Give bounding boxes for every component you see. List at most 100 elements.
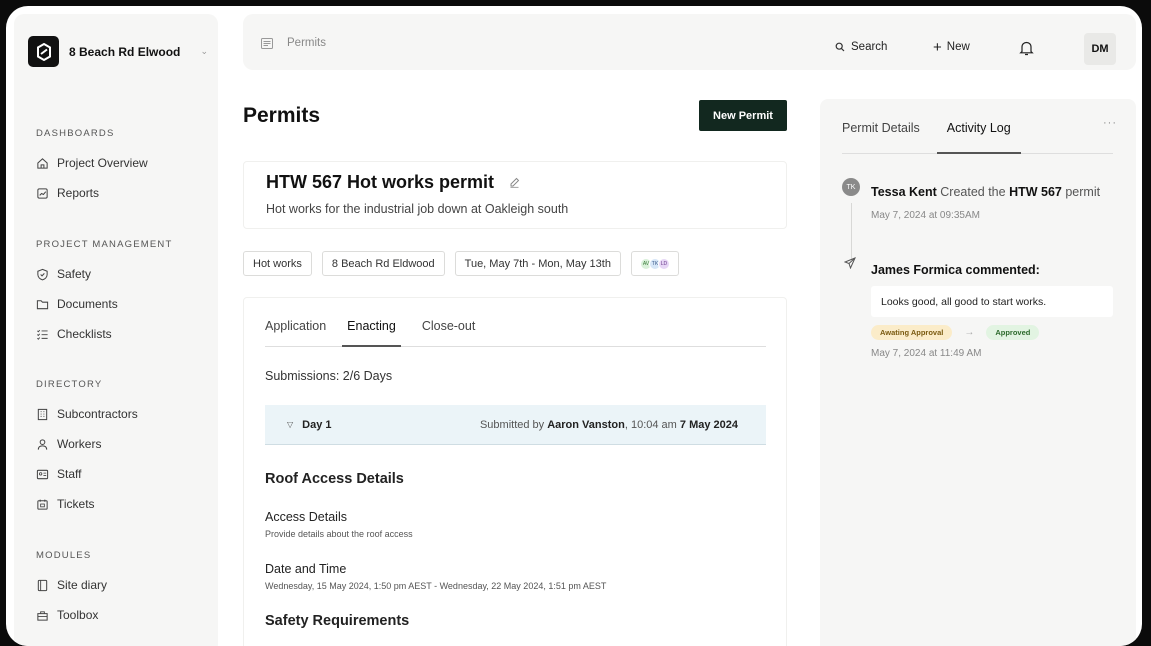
app-window: 8 Beach Rd Elwood ⌄ DASHBOARDS Project O… <box>6 6 1142 646</box>
sidebar-item-label: Project Overview <box>57 156 148 170</box>
project-switcher[interactable]: 8 Beach Rd Elwood ⌄ <box>28 36 208 67</box>
sidebar-item-checklists[interactable]: Checklists <box>36 319 206 349</box>
tag-type[interactable]: Hot works <box>243 251 312 276</box>
user-avatar[interactable]: DM <box>1084 33 1116 65</box>
activity-entry-text: Tessa Kent Created the HTW 567 permit <box>871 185 1100 199</box>
sidebar-item-subcontractors[interactable]: Subcontractors <box>36 399 206 429</box>
sidebar-item-workers[interactable]: Workers <box>36 429 206 459</box>
sidebar: 8 Beach Rd Elwood ⌄ DASHBOARDS Project O… <box>14 14 218 646</box>
nav-section-project-management: PROJECT MANAGEMENT Safety Documents Chec… <box>36 239 206 349</box>
new-button[interactable]: + New <box>933 38 970 56</box>
activity-user: Tessa Kent <box>871 185 937 199</box>
new-permit-button[interactable]: New Permit <box>699 100 787 131</box>
activity-user: James Formica <box>871 263 963 277</box>
sidebar-item-staff[interactable]: Staff <box>36 459 206 489</box>
section-heading-roof-access: Roof Access Details <box>265 471 404 487</box>
activity-action: Created the <box>940 185 1006 199</box>
bell-icon[interactable] <box>1019 40 1034 61</box>
day-label: Day 1 <box>302 418 332 431</box>
day-accordion-header[interactable]: ▽ Day 1 Submitted by Aaron Vanston, 10:0… <box>265 405 766 445</box>
nav-section-modules: MODULES Site diary Toolbox <box>36 550 206 630</box>
sidebar-item-label: Documents <box>57 297 118 311</box>
permit-subtitle: Hot works for the industrial job down at… <box>266 202 569 216</box>
status-badge-from: Awating Approval <box>871 325 953 340</box>
brand-logo <box>28 36 59 67</box>
sidebar-item-site-diary[interactable]: Site diary <box>36 570 206 600</box>
activity-panel: Permit Details Activity Log ··· TK Tessa… <box>820 99 1136 646</box>
tab-enacting[interactable]: Enacting <box>342 319 401 347</box>
sidebar-item-toolbox[interactable]: Toolbox <box>36 600 206 630</box>
search-button[interactable]: Search <box>835 41 887 53</box>
activity-object: HTW 567 <box>1009 185 1062 199</box>
page-title: Permits <box>243 104 321 127</box>
book-icon <box>37 579 48 591</box>
activity-suffix: permit <box>1065 185 1101 199</box>
search-label: Search <box>851 41 888 53</box>
nav-section-directory: DIRECTORY Subcontractors Workers Staff T… <box>36 379 206 519</box>
permit-title: HTW 567 Hot works permit <box>266 172 495 192</box>
permit-tabs: Application Enacting Close-out <box>265 319 766 347</box>
permit-title-row: HTW 567 Hot works permit <box>266 172 520 193</box>
sidebar-item-documents[interactable]: Documents <box>36 289 206 319</box>
activity-avatar: TK <box>842 178 860 196</box>
submissions-count: Submissions: 2/6 Days <box>265 369 393 383</box>
tab-activity-log[interactable]: Activity Log <box>936 121 1021 154</box>
project-name: 8 Beach Rd Elwood <box>69 44 181 59</box>
submitted-prefix: Submitted by <box>479 418 545 431</box>
sidebar-item-tickets[interactable]: Tickets <box>36 489 206 519</box>
sidebar-item-label: Safety <box>57 267 92 281</box>
permit-header-card: HTW 567 Hot works permit Hot works for t… <box>243 161 787 229</box>
nav-heading: PROJECT MANAGEMENT <box>36 239 173 250</box>
search-icon <box>835 42 845 52</box>
breadcrumb-label: Permits <box>287 37 326 49</box>
sidebar-item-reports[interactable]: Reports <box>36 178 206 208</box>
chevron-down-icon: ⌄ <box>200 46 208 56</box>
activity-timestamp: May 7, 2024 at 11:49 AM <box>871 348 982 359</box>
breadcrumb[interactable]: Permits <box>261 37 326 49</box>
tab-permit-details[interactable]: Permit Details <box>842 121 920 154</box>
activity-timestamp: May 7, 2024 at 09:35AM <box>871 210 980 221</box>
more-icon[interactable]: ··· <box>1103 117 1117 129</box>
sidebar-item-label: Checklists <box>57 327 112 341</box>
toolbox-icon <box>37 610 48 621</box>
status-change: Awating Approval → Approved <box>871 325 1040 340</box>
sidebar-item-label: Subcontractors <box>57 407 138 421</box>
shield-icon <box>37 268 48 280</box>
timeline-connector <box>851 203 852 259</box>
section-heading-safety: Safety Requirements <box>265 613 410 629</box>
ticket-icon <box>37 499 48 510</box>
nav-heading: DASHBOARDS <box>36 128 115 139</box>
edit-icon[interactable] <box>509 177 520 188</box>
tag-date-range[interactable]: Tue, May 7th - Mon, May 13th <box>454 251 621 276</box>
nav-heading: MODULES <box>36 550 92 561</box>
activity-action: commented: <box>965 263 1040 277</box>
new-label: New <box>946 41 970 53</box>
submitted-time: , 10:04 am <box>624 418 677 431</box>
tab-close-out[interactable]: Close-out <box>422 319 476 347</box>
activity-panel-tabs: Permit Details Activity Log <box>842 121 1113 154</box>
building-icon <box>37 408 48 420</box>
sidebar-item-safety[interactable]: Safety <box>36 259 206 289</box>
day-submission-meta: Submitted by Aaron Vanston, 10:04 am 7 M… <box>480 419 738 431</box>
permit-doc-icon <box>261 37 273 49</box>
tab-application[interactable]: Application <box>265 319 326 347</box>
tag-assignees[interactable]: AV TK LD <box>630 251 679 276</box>
tag-location[interactable]: 8 Beach Rd Eldwood <box>321 251 445 276</box>
home-icon <box>37 157 48 169</box>
folder-icon <box>36 299 49 309</box>
field-desc-access-details: Provide details about the roof access <box>265 529 413 539</box>
top-bar: Permits Search + New DM <box>243 14 1136 70</box>
comment-text: Looks good, all good to start works. <box>871 286 1113 317</box>
sidebar-item-project-overview[interactable]: Project Overview <box>36 148 206 178</box>
arrow-right-icon: → <box>964 327 975 338</box>
submitted-date: 7 May 2024 <box>679 418 738 431</box>
chart-icon <box>37 187 48 199</box>
sidebar-item-label: Toolbox <box>57 608 99 622</box>
field-label-access-details: Access Details <box>265 510 347 524</box>
activity-entry-text: James Formica commented: <box>871 263 1040 277</box>
sidebar-item-label: Tickets <box>57 497 95 511</box>
field-desc-date-time: Wednesday, 15 May 2024, 1:50 pm AEST - W… <box>265 581 607 591</box>
sidebar-item-label: Workers <box>57 437 102 451</box>
plus-icon: + <box>933 38 942 56</box>
assignee-avatar: LD <box>657 257 670 270</box>
